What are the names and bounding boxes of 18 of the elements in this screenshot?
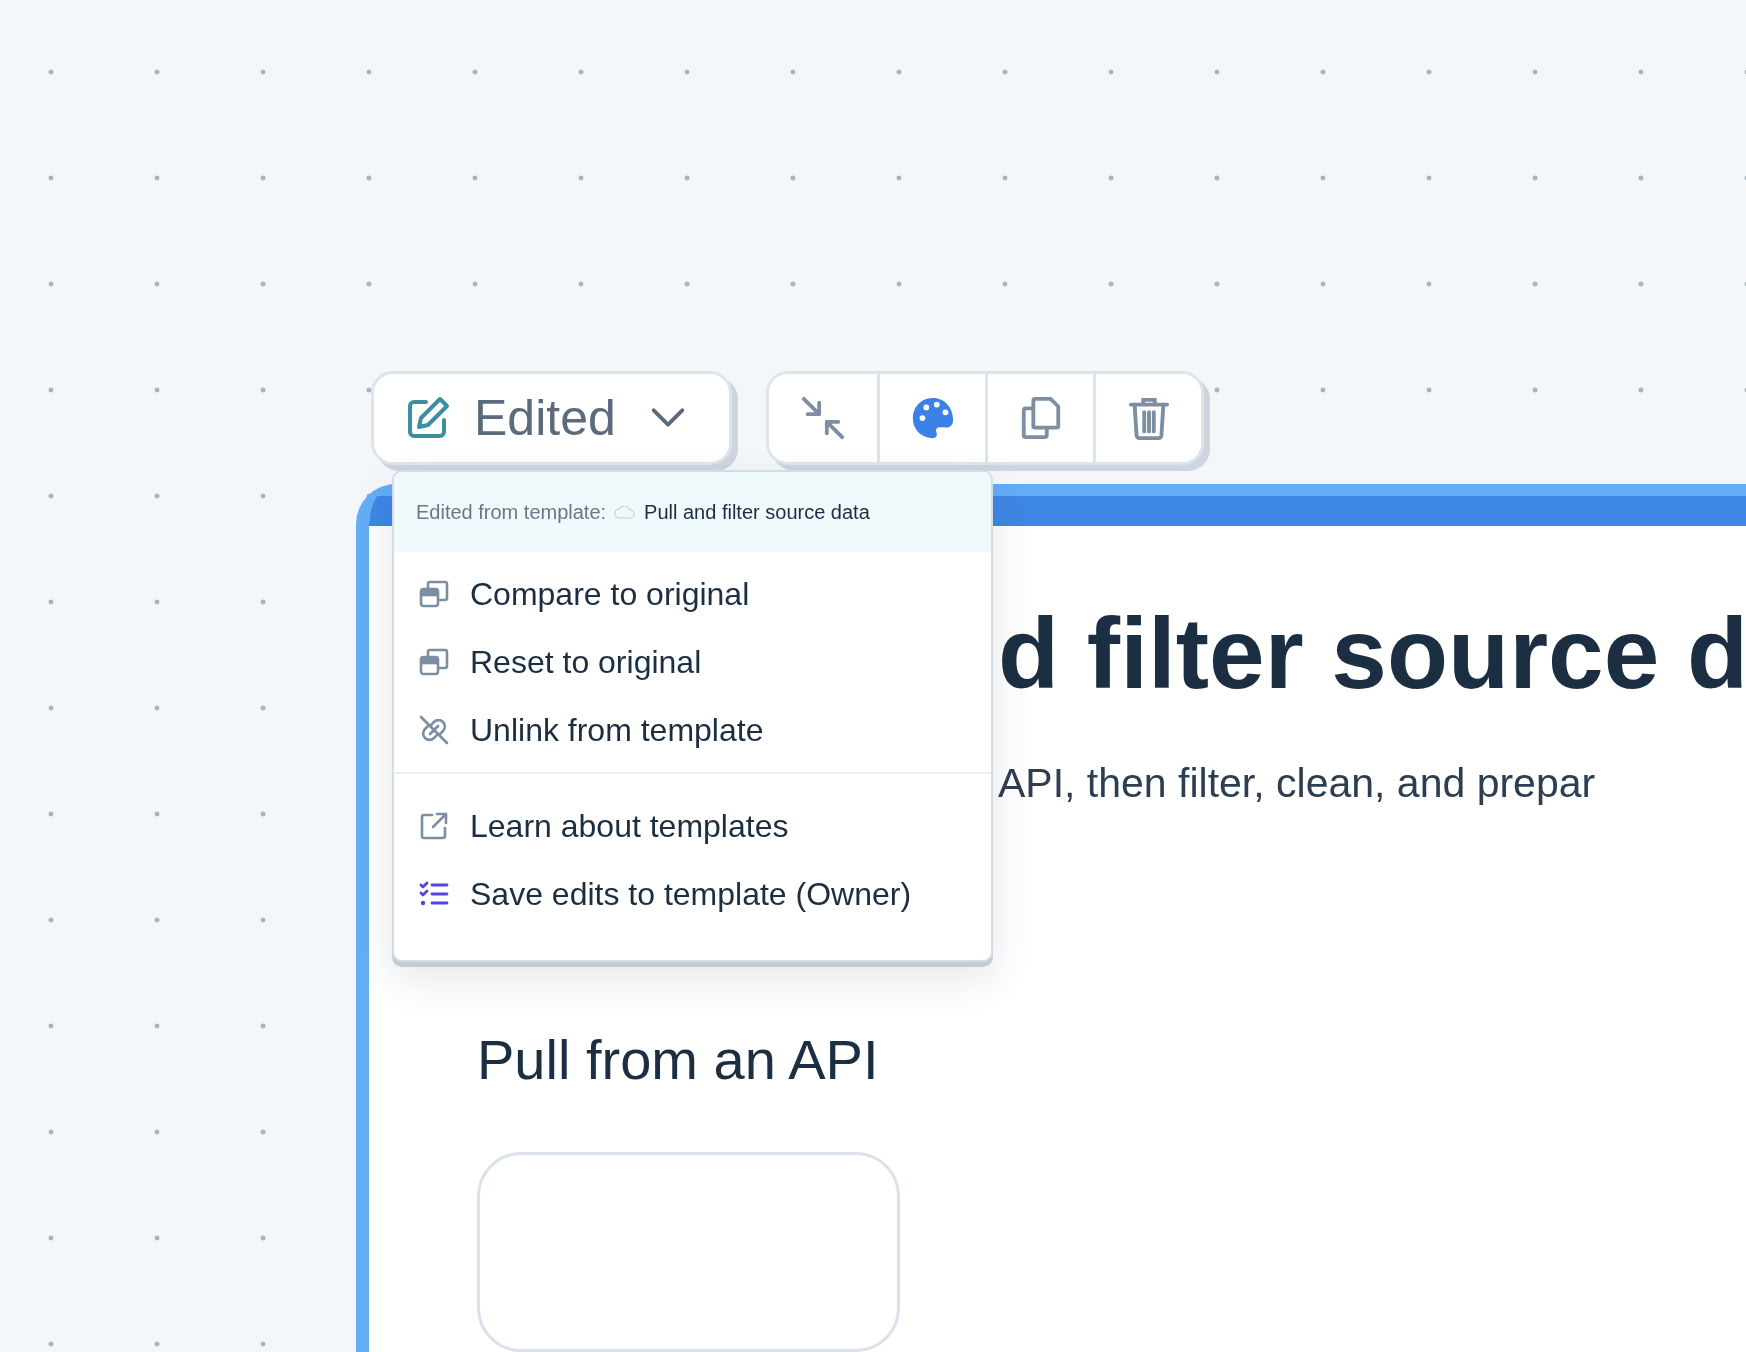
menu-item[interactable]: Learn about templates bbox=[394, 792, 991, 860]
external-link-icon bbox=[418, 810, 450, 842]
document-title: d filter source d bbox=[998, 598, 1746, 708]
template-name: Pull and filter source data bbox=[644, 500, 870, 524]
collapse-arrows-icon bbox=[800, 395, 846, 441]
delete-button[interactable] bbox=[1093, 374, 1201, 462]
stacked-windows-icon bbox=[418, 646, 450, 678]
document-description: API, then filter, clean, and prepar bbox=[998, 760, 1597, 807]
section-heading: Pull from an API bbox=[477, 1027, 880, 1092]
template-source-label: Edited from template: bbox=[416, 500, 607, 524]
menu-item[interactable]: Unlink from template bbox=[394, 696, 991, 764]
menu-item[interactable]: Save edits to template (Owner) bbox=[394, 860, 991, 928]
chevron-down-icon bbox=[649, 407, 686, 429]
cloud-icon bbox=[614, 505, 637, 519]
menu-item[interactable]: Reset to original bbox=[394, 628, 991, 696]
stacked-windows-icon bbox=[418, 578, 450, 610]
broken-link-icon bbox=[418, 714, 450, 746]
menu-item[interactable]: Compare to original bbox=[394, 560, 991, 628]
